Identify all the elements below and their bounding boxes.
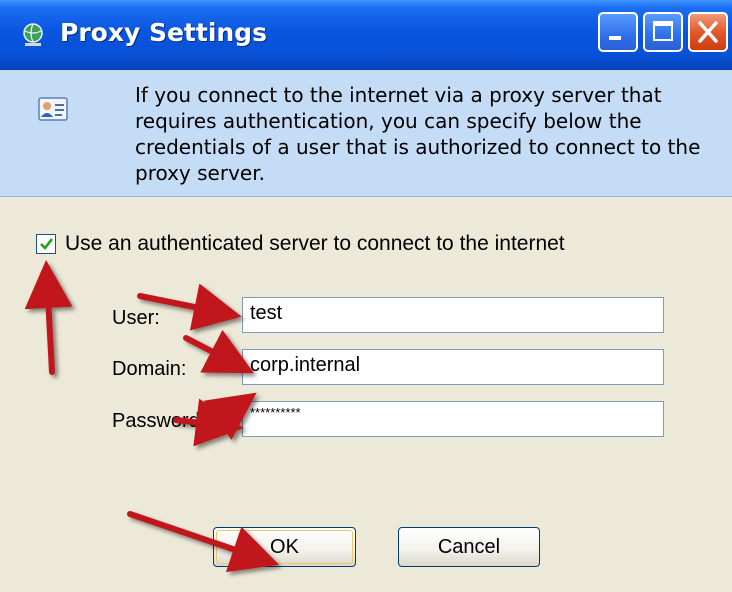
close-button[interactable] [688,12,728,52]
window-title: Proxy Settings [60,18,267,47]
proxy-settings-dialog: Proxy Settings If you connect to the int… [0,0,732,592]
title-bar[interactable]: Proxy Settings [0,0,732,70]
minimize-button[interactable] [598,12,638,52]
header-description: If you connect to the internet via a pro… [135,83,701,185]
arrow-to-domain-field [183,329,254,374]
checkmark-icon [40,238,54,250]
user-label: User: [112,307,160,329]
domain-field[interactable]: corp.internal [242,349,664,385]
close-icon [698,21,718,43]
arrow-to-checkbox [24,260,73,375]
checkbox-label[interactable]: Use an authenticated server to connect t… [65,232,565,256]
maximize-button[interactable] [643,12,683,52]
domain-label: Domain: [112,358,187,380]
password-label: Password: [112,410,206,432]
maximize-icon [653,21,673,41]
cancel-button[interactable]: Cancel [398,527,540,567]
arrow-to-password-field [201,392,257,440]
globe-network-icon [23,23,43,46]
minimize-icon [609,36,621,40]
use-authenticated-server-checkbox[interactable] [36,234,56,254]
ok-button[interactable]: OK [213,527,356,567]
password-field[interactable]: ********** [242,401,664,437]
user-card-icon [38,97,68,121]
user-field[interactable]: test [242,297,664,333]
